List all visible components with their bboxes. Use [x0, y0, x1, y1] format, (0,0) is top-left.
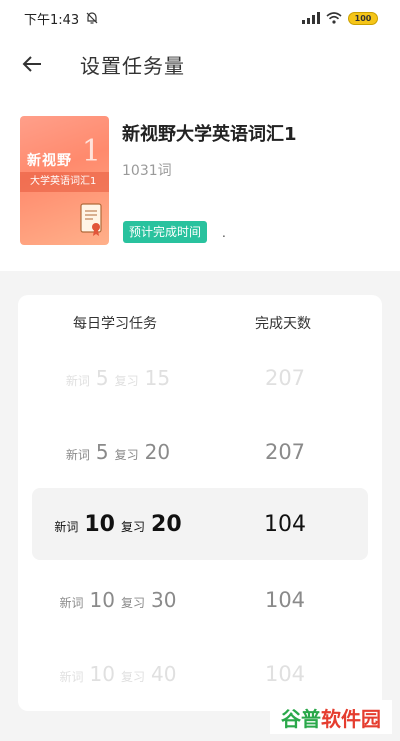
days-value: 104 — [218, 512, 352, 537]
review-label: 复习 — [121, 670, 146, 684]
watermark-part-a: 谷普 — [281, 706, 321, 731]
review-label: 复习 — [121, 596, 146, 610]
picker-row[interactable]: 新词 10 复习 40 104 — [18, 645, 382, 703]
status-right: 100 — [302, 11, 378, 25]
review-label: 复习 — [121, 519, 146, 534]
new-words-count: 5 — [95, 440, 109, 464]
task-option: 新词 5 复习 20 — [18, 440, 218, 464]
back-button[interactable] — [18, 50, 46, 78]
finish-time-value: . — [222, 226, 226, 240]
review-label: 复习 — [114, 374, 139, 388]
days-value: 104 — [218, 588, 352, 612]
new-words-label: 新词 — [65, 374, 90, 388]
cover-number: 1 — [81, 134, 101, 169]
days-value: 104 — [218, 662, 352, 686]
days-number: 207 — [264, 366, 306, 390]
header: 设置任务量 — [0, 36, 400, 92]
battery-indicator: 100 — [348, 11, 378, 25]
status-time: 下午1:43 — [24, 12, 80, 28]
days-number: 104 — [264, 511, 306, 537]
days-number: 104 — [264, 662, 306, 686]
days-value: 207 — [218, 440, 352, 464]
cover-series: 新视野 — [27, 153, 72, 169]
review-count: 20 — [144, 440, 171, 464]
task-option: 新词 10 复习 20 — [18, 512, 218, 537]
arrow-left-icon — [22, 56, 41, 72]
watermark-part-b: 软件园 — [321, 706, 381, 731]
certificate-icon — [80, 203, 102, 236]
column-header-daily-task: 每日学习任务 — [73, 316, 157, 332]
task-option: 新词 5 复习 15 — [18, 366, 218, 390]
new-words-label: 新词 — [59, 670, 84, 684]
book-cover[interactable]: 1 新视野 大学英语词汇1 — [20, 116, 109, 245]
days-number: 104 — [264, 588, 306, 612]
picker-row[interactable]: 新词 5 复习 20 207 — [18, 423, 382, 481]
cover-subtitle: 大学英语词汇1 — [20, 172, 109, 192]
task-option: 新词 10 复习 40 — [18, 662, 218, 686]
days-value: 207 — [218, 366, 352, 390]
review-label: 复习 — [114, 448, 139, 462]
task-option: 新词 10 复习 30 — [18, 588, 218, 612]
status-bar: 下午1:43 100 — [0, 0, 400, 36]
picker-row-selected[interactable]: 新词 10 复习 20 104 — [32, 488, 368, 560]
bell-off-icon — [86, 12, 98, 24]
new-words-count: 10 — [89, 588, 115, 612]
picker-row[interactable]: 新词 10 复习 30 104 — [18, 571, 382, 629]
new-words-count: 10 — [89, 662, 115, 686]
new-words-label: 新词 — [54, 519, 79, 534]
watermark-logo: 谷普 软件园 — [270, 700, 392, 734]
new-words-count: 5 — [95, 366, 109, 390]
review-count: 30 — [151, 588, 177, 612]
days-number: 207 — [264, 440, 306, 464]
status-left: 下午1:43 — [24, 9, 99, 28]
page-title: 设置任务量 — [80, 54, 185, 78]
finish-time-tag: 预计完成时间 — [123, 221, 208, 243]
word-count: 1031词 — [122, 163, 172, 179]
task-picker[interactable]: 每日学习任务 完成天数 新词 5 复习 15 207 新词 5 复习 20 20… — [18, 295, 382, 711]
book-title: 新视野大学英语词汇1 — [122, 124, 297, 145]
new-words-label: 新词 — [59, 596, 84, 610]
review-count: 40 — [151, 662, 177, 686]
wifi-icon — [326, 12, 342, 24]
picker-row[interactable]: 新词 5 复习 15 207 — [18, 349, 382, 407]
column-header-days: 完成天数 — [255, 316, 311, 332]
review-count: 15 — [144, 366, 171, 390]
review-count: 20 — [151, 511, 182, 537]
new-words-count: 10 — [84, 511, 115, 537]
signal-icon — [302, 12, 320, 24]
new-words-label: 新词 — [65, 448, 90, 462]
